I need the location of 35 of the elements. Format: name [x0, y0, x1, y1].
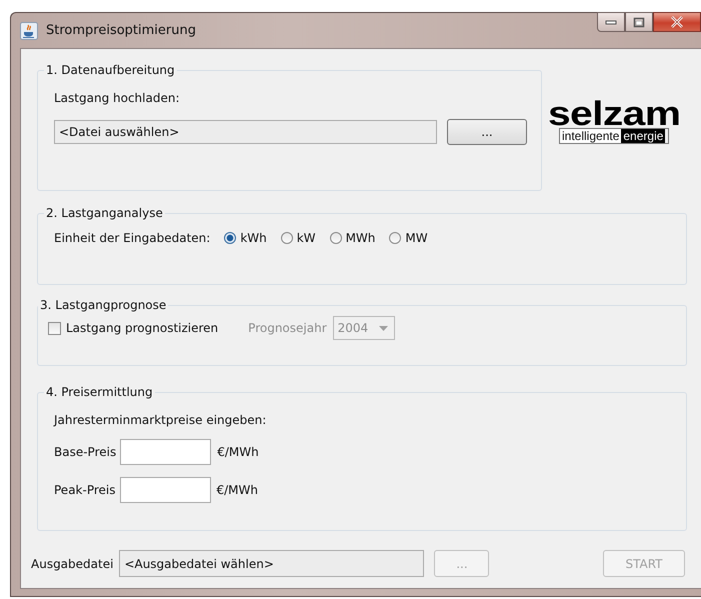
unit-radio[interactable]: kWh — [224, 231, 267, 245]
year-label: Prognosejahr — [248, 321, 327, 335]
price-label: Peak-Preis — [54, 483, 116, 497]
java-cup-icon — [20, 22, 38, 40]
close-icon — [670, 16, 684, 28]
caret-icon — [378, 326, 388, 330]
unit-label: Einheit der Eingabedaten: — [54, 231, 210, 245]
section-title: 1. Datenaufbereitung — [45, 63, 176, 77]
minimize-button[interactable] — [597, 12, 625, 32]
unit-text: €/MWh — [216, 483, 258, 497]
maximize-button[interactable] — [625, 12, 653, 32]
output-file-field[interactable]: <Ausgabedatei wählen> — [119, 550, 424, 577]
price-input[interactable] — [120, 439, 212, 465]
section-title: 3. Lastgangprognose — [39, 298, 168, 312]
close-button[interactable] — [653, 12, 701, 32]
forecast-checkbox[interactable]: Lastgang prognostizieren — [48, 321, 218, 335]
price-heading: Jahresterminmarktpreise eingeben: — [54, 413, 268, 427]
logo-tagline: intelligente — [560, 129, 622, 143]
unit-radio[interactable]: MWh — [330, 231, 376, 245]
section-title: 4. Preisermittlung — [45, 385, 154, 399]
brand-logo: selzam — [548, 100, 680, 128]
section-title: 2. Lastganganalyse — [45, 206, 164, 220]
unit-text: €/MWh — [217, 445, 259, 459]
upload-label: Lastgang hochladen: — [54, 91, 180, 105]
minimize-icon — [605, 19, 617, 25]
unit-radio[interactable]: MW — [389, 231, 428, 245]
output-label: Ausgabedatei — [31, 556, 114, 570]
price-label: Base-Preis — [54, 445, 116, 459]
browse-button[interactable]: ... — [447, 119, 527, 145]
file-field[interactable]: <Datei auswählen> — [54, 120, 437, 144]
price-input[interactable] — [120, 477, 210, 503]
unit-radio[interactable]: kW — [280, 231, 316, 245]
window-title: Strompreisoptimierung — [46, 23, 196, 38]
maximize-icon — [633, 16, 645, 28]
logo-tagline: energie — [621, 129, 666, 143]
